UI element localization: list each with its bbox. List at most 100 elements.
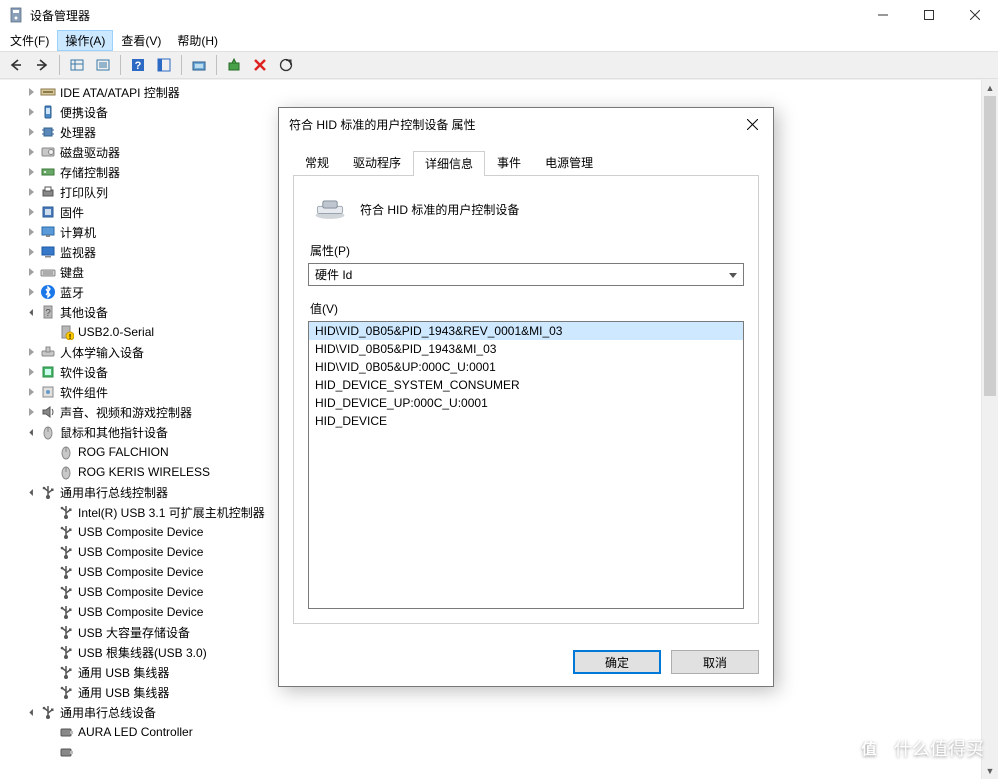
tree-item-label: 打印队列: [60, 184, 108, 201]
expander-icon[interactable]: [24, 125, 38, 139]
dialog-close-button[interactable]: [731, 108, 773, 140]
enable-button[interactable]: [222, 54, 246, 76]
tab-details[interactable]: 详细信息: [413, 151, 485, 176]
tab-driver[interactable]: 驱动程序: [341, 150, 413, 175]
expander-icon[interactable]: [24, 85, 38, 99]
monitor-icon: [40, 244, 56, 260]
scroll-track[interactable]: [982, 96, 998, 762]
tree-item[interactable]: [0, 742, 981, 762]
maximize-button[interactable]: [906, 0, 952, 30]
expander-icon[interactable]: [24, 205, 38, 219]
show-hidden-button[interactable]: [65, 54, 89, 76]
tab-general[interactable]: 常规: [293, 150, 341, 175]
vertical-scrollbar[interactable]: ▲ ▼: [981, 79, 998, 779]
tree-item-label: 便携设备: [60, 104, 108, 121]
minimize-button[interactable]: [860, 0, 906, 30]
expander-icon[interactable]: [24, 425, 38, 439]
tree-item-label: USB Composite Device: [78, 605, 203, 619]
usb-icon: [58, 644, 74, 660]
help-topics-button[interactable]: [152, 54, 176, 76]
scroll-up-arrow[interactable]: ▲: [982, 79, 998, 96]
expander-icon: [42, 445, 56, 459]
usb-dev-icon: [58, 744, 74, 760]
svg-text:?: ?: [135, 60, 142, 72]
tree-item-label: 通用 USB 集线器: [78, 684, 169, 701]
unknown-warn-icon: !: [58, 324, 74, 340]
tree-item-label: 存储控制器: [60, 164, 120, 181]
ok-button[interactable]: 确定: [573, 650, 661, 674]
menu-action[interactable]: 操作(A): [57, 30, 113, 51]
expander-icon: [42, 505, 56, 519]
dialog-titlebar[interactable]: 符合 HID 标准的用户控制设备 属性: [279, 108, 773, 140]
expander-icon[interactable]: [24, 245, 38, 259]
expander-icon[interactable]: [24, 345, 38, 359]
uninstall-button[interactable]: [248, 54, 272, 76]
tab-events[interactable]: 事件: [485, 150, 533, 175]
tree-item-label: 处理器: [60, 124, 96, 141]
tree-item-label: USB 大容量存储设备: [78, 624, 190, 641]
svg-text:!: !: [69, 334, 71, 340]
usb-icon: [58, 664, 74, 680]
expander-icon[interactable]: [24, 705, 38, 719]
toolbar: ?: [0, 51, 998, 79]
expander-icon[interactable]: [24, 225, 38, 239]
expander-icon: [42, 585, 56, 599]
portable-icon: [40, 104, 56, 120]
value-listbox[interactable]: HID\VID_0B05&PID_1943&REV_0001&MI_03HID\…: [308, 321, 744, 609]
help-button[interactable]: ?: [126, 54, 150, 76]
menu-file[interactable]: 文件(F): [2, 30, 57, 51]
expander-icon[interactable]: [24, 405, 38, 419]
expander-icon[interactable]: [24, 485, 38, 499]
expander-icon[interactable]: [24, 305, 38, 319]
storage-icon: [40, 164, 56, 180]
tree-item-label: USB Composite Device: [78, 565, 203, 579]
tree-item-label: 鼠标和其他指针设备: [60, 424, 168, 441]
scroll-thumb[interactable]: [984, 96, 996, 396]
list-item[interactable]: HID\VID_0B05&PID_1943&MI_03: [309, 340, 743, 358]
expander-icon: [42, 665, 56, 679]
tree-item[interactable]: AURA LED Controller: [0, 722, 981, 742]
properties-view-button[interactable]: [91, 54, 115, 76]
property-dropdown[interactable]: 硬件 Id: [308, 263, 744, 286]
expander-icon[interactable]: [24, 165, 38, 179]
expander-icon[interactable]: [24, 105, 38, 119]
tree-item-label: 通用串行总线控制器: [60, 484, 168, 501]
tree-item-label: USB2.0-Serial: [78, 325, 154, 339]
tree-item-label: IDE ATA/ATAPI 控制器: [60, 84, 180, 101]
list-item[interactable]: HID_DEVICE: [309, 412, 743, 430]
update-driver-button[interactable]: [187, 54, 211, 76]
list-item[interactable]: HID_DEVICE_UP:000C_U:0001: [309, 394, 743, 412]
tree-item-label: AURA LED Controller: [78, 725, 193, 739]
tree-item[interactable]: IDE ATA/ATAPI 控制器: [0, 82, 981, 102]
tree-item-label: 磁盘驱动器: [60, 144, 120, 161]
scan-hardware-button[interactable]: [274, 54, 298, 76]
menu-help[interactable]: 帮助(H): [169, 30, 226, 51]
scroll-down-arrow[interactable]: ▼: [982, 762, 998, 779]
value-label: 值(V): [310, 300, 744, 317]
forward-button[interactable]: [30, 54, 54, 76]
cancel-button[interactable]: 取消: [671, 650, 759, 674]
list-item[interactable]: HID\VID_0B05&PID_1943&REV_0001&MI_03: [309, 322, 743, 340]
expander-icon[interactable]: [24, 145, 38, 159]
tree-item[interactable]: 通用串行总线设备: [0, 702, 981, 722]
properties-dialog: 符合 HID 标准的用户控制设备 属性 常规 驱动程序 详细信息 事件 电源管理…: [278, 107, 774, 687]
menu-view[interactable]: 查看(V): [113, 30, 169, 51]
expander-icon[interactable]: [24, 365, 38, 379]
tree-item-label: 其他设备: [60, 304, 108, 321]
hid-icon: [40, 344, 56, 360]
close-button[interactable]: [952, 0, 998, 30]
tab-power[interactable]: 电源管理: [533, 150, 605, 175]
device-icon: [312, 194, 348, 224]
expander-icon[interactable]: [24, 385, 38, 399]
expander-icon[interactable]: [24, 185, 38, 199]
list-item[interactable]: HID\VID_0B05&UP:000C_U:0001: [309, 358, 743, 376]
list-item[interactable]: HID_DEVICE_SYSTEM_CONSUMER: [309, 376, 743, 394]
tree-item-label: Intel(R) USB 3.1 可扩展主机控制器: [78, 504, 265, 521]
expander-icon[interactable]: [24, 285, 38, 299]
tab-content: 符合 HID 标准的用户控制设备 属性(P) 硬件 Id 值(V) HID\VI…: [293, 176, 759, 624]
back-button[interactable]: [4, 54, 28, 76]
expander-icon[interactable]: [24, 265, 38, 279]
tree-item-label: 声音、视频和游戏控制器: [60, 404, 192, 421]
ide-icon: [40, 84, 56, 100]
mouse-icon: [58, 444, 74, 460]
